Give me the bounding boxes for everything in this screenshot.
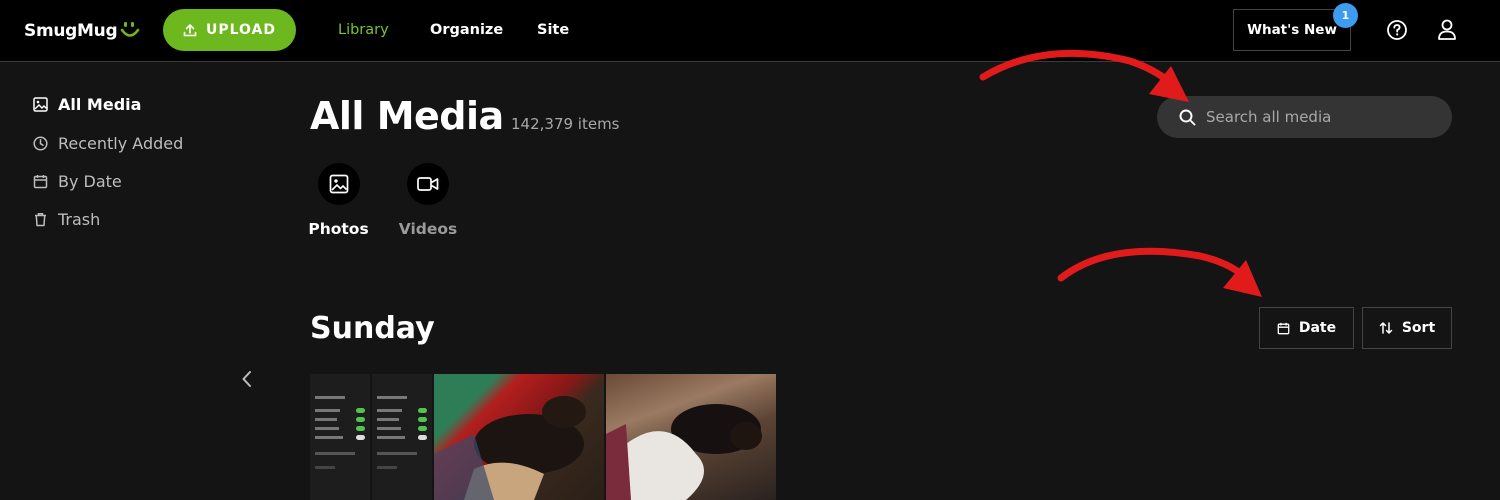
sort-button[interactable]: Sort [1362,307,1452,349]
nav-library[interactable]: Library [338,22,389,38]
top-bar: SmugMug UPLOAD Library Organize Site Wha… [0,0,1500,62]
upload-label: UPLOAD [205,22,277,38]
calendar-icon [1277,322,1290,334]
sidebar-item-trash[interactable]: Trash [33,210,100,229]
sidebar-item-all-media[interactable]: All Media [33,95,141,114]
clock-icon [33,136,48,151]
user-icon[interactable] [1436,18,1458,42]
section-title: Sunday [310,311,435,346]
nav-site[interactable]: Site [537,22,569,38]
help-icon[interactable] [1386,19,1408,41]
calendar-icon [33,175,48,189]
whats-new-badge: 1 [1333,3,1358,28]
upload-icon [183,24,197,37]
tab-photos[interactable]: Photos [308,163,369,238]
tab-photos-label: Photos [308,220,369,238]
sidebar-item-label: By Date [58,172,122,191]
chevron-left-icon[interactable] [240,369,254,389]
tab-videos-label: Videos [398,220,458,238]
photo-icon [329,174,348,194]
sleeping-dog-image [434,396,586,500]
smugmug-logo[interactable]: SmugMug [24,18,140,44]
item-count: 142,379 items [511,115,620,133]
page-title: All Media [310,94,504,138]
sidebar-item-label: Trash [58,210,101,229]
sidebar-item-label: Recently Added [58,134,184,153]
tab-videos[interactable]: Videos [398,163,458,238]
search-input[interactable] [1206,108,1436,126]
video-icon-circle [407,163,449,205]
logo-text: SmugMug [24,21,118,41]
sidebar-item-recently-added[interactable]: Recently Added [33,134,183,153]
sort-arrows-icon [1379,322,1393,334]
dog-in-blanket-image [606,404,762,500]
sidebar-item-by-date[interactable]: By Date [33,172,122,191]
smugmug-face-icon [121,22,140,37]
sort-button-label: Sort [1401,320,1436,336]
annotation-arrow [979,49,1189,102]
nav-organize[interactable]: Organize [430,22,503,38]
photo-thumbnail[interactable] [434,374,604,500]
date-button[interactable]: Date [1259,307,1354,349]
photo-thumbnail[interactable] [372,374,432,500]
image-icon [33,97,48,112]
upload-button[interactable]: UPLOAD [163,9,296,51]
video-icon [417,177,439,191]
date-button-label: Date [1298,320,1337,336]
photo-icon-circle [317,163,360,205]
trash-icon [35,213,46,227]
photo-thumbnail[interactable] [310,374,370,500]
sidebar-item-label: All Media [58,95,142,114]
photo-thumbnail[interactable] [606,374,776,500]
annotation-arrow [1057,247,1262,297]
